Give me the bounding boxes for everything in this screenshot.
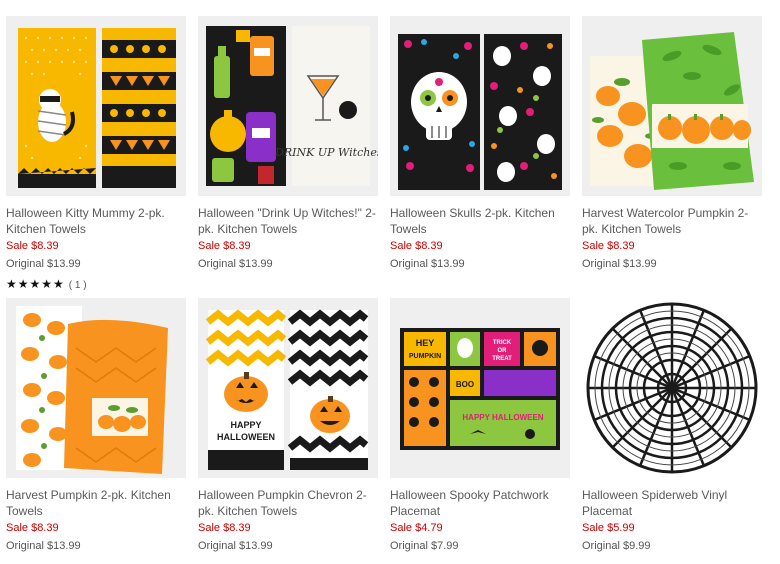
product-title[interactable]: Harvest Watercolor Pumpkin 2-pk. Kitchen… [582, 205, 762, 237]
original-price: Original $13.99 [198, 540, 273, 552]
hey-text: HEY [416, 338, 435, 348]
sale-price: Sale $5.99 [582, 522, 635, 534]
product-card[interactable]: Harvest Pumpkin 2-pk. Kitchen Towels Sal… [6, 298, 186, 555]
trick-text: TRICK [493, 340, 512, 346]
sale-price: Sale $8.39 [198, 240, 251, 252]
boo-text: BOO [456, 380, 474, 389]
stars-icon: ★★★★★ [6, 277, 65, 291]
product-image-harvest-pumpkin[interactable] [6, 298, 186, 478]
product-card[interactable]: Harvest Watercolor Pumpkin 2-pk. Kitchen… [582, 16, 762, 273]
product-card[interactable]: HEY PUMPKIN TRICK OR TREAT BOO HAPPY HAL… [390, 298, 570, 555]
halloween-text: HALLOWEEN [217, 432, 275, 442]
product-image-pumpkin-chevron[interactable]: HAPPY HALLOWEEN [198, 298, 378, 478]
product-image-spooky-patchwork[interactable]: HEY PUMPKIN TRICK OR TREAT BOO HAPPY HAL… [390, 298, 570, 478]
original-price: Original $13.99 [390, 258, 465, 270]
sale-price: Sale $8.39 [390, 240, 443, 252]
product-image-drink-up-witches[interactable]: DRINK UP Witches! [198, 16, 378, 196]
product-title[interactable]: Halloween Kitty Mummy 2-pk. Kitchen Towe… [6, 205, 186, 237]
happy-halloween-text: HAPPY HALLOWEEN [462, 413, 543, 422]
sale-price: Sale $8.39 [6, 240, 59, 252]
or-text: OR [498, 348, 508, 354]
treat-text: TREAT [492, 356, 512, 362]
product-title[interactable]: Halloween "Drink Up Witches!" 2-pk. Kitc… [198, 205, 378, 237]
sale-price: Sale $8.39 [198, 522, 251, 534]
product-card[interactable]: DRINK UP Witches! Halloween "Drink Up Wi… [198, 16, 378, 273]
original-price: Original $7.99 [390, 540, 459, 552]
product-card[interactable]: HAPPY HALLOWEEN Halloween Pumpkin Chevro… [198, 298, 378, 555]
original-price: Original $13.99 [198, 258, 273, 270]
product-title[interactable]: Halloween Spiderweb Vinyl Placemat [582, 487, 762, 519]
original-price: Original $13.99 [6, 258, 81, 270]
witches-text: DRINK UP Witches! [274, 146, 378, 159]
original-price: Original $13.99 [6, 540, 81, 552]
product-title[interactable]: Harvest Pumpkin 2-pk. Kitchen Towels [6, 487, 186, 519]
happy-text: HAPPY [230, 420, 261, 430]
sale-price: Sale $8.39 [6, 522, 59, 534]
pumpkin-text: PUMPKIN [409, 353, 441, 360]
review-count: ( 1 ) [68, 280, 87, 291]
product-title[interactable]: Halloween Pumpkin Chevron 2-pk. Kitchen … [198, 487, 378, 519]
product-title[interactable]: Halloween Skulls 2-pk. Kitchen Towels [390, 205, 570, 237]
product-image-spiderweb[interactable] [582, 298, 762, 478]
product-image-watercolor-pumpkin[interactable] [582, 16, 762, 196]
sale-price: Sale $8.39 [582, 240, 635, 252]
product-card[interactable]: Halloween Spiderweb Vinyl Placemat Sale … [582, 298, 762, 555]
sale-price: Sale $4.79 [390, 522, 443, 534]
product-image-skulls[interactable] [390, 16, 570, 196]
star-rating[interactable]: ★★★★★( 1 ) [6, 277, 186, 293]
product-card[interactable]: Halloween Kitty Mummy 2-pk. Kitchen Towe… [6, 16, 186, 293]
product-image-kitty-mummy[interactable] [6, 16, 186, 196]
product-title[interactable]: Halloween Spooky Patchwork Placemat [390, 487, 570, 519]
product-card[interactable]: Halloween Skulls 2-pk. Kitchen Towels Sa… [390, 16, 570, 273]
product-grid: Halloween Kitty Mummy 2-pk. Kitchen Towe… [0, 0, 780, 564]
original-price: Original $13.99 [582, 258, 657, 270]
original-price: Original $9.99 [582, 540, 651, 552]
